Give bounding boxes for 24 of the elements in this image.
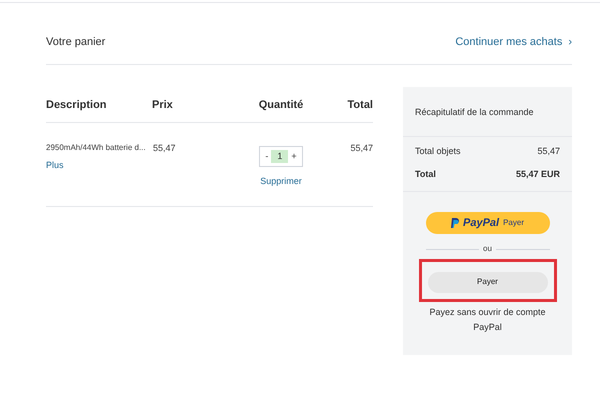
summary-label: Total objets	[415, 145, 461, 158]
more-link[interactable]: Plus	[46, 159, 64, 172]
column-header: Total	[348, 98, 373, 113]
summary-label: Total	[415, 168, 436, 180]
column-header: Description	[46, 98, 108, 113]
product-name: 2950mAh/44Wh batterie d...	[46, 142, 146, 154]
pay-button[interactable]: Payer	[428, 272, 548, 292]
continue-shopping-link[interactable]: Continuer mes achats ›	[455, 34, 572, 50]
pay-note: Payez sans ouvrir de compte PayPal	[428, 306, 547, 334]
total-cell-text: 55,47	[350, 142, 373, 155]
paypal-button[interactable]: PayPal Payer	[426, 212, 550, 234]
summary-title: Récapitulatif de la commande	[415, 107, 534, 117]
paypal-p-icon	[451, 218, 459, 228]
quantity-field[interactable]: 1	[271, 150, 288, 164]
summary-value: 55,47	[537, 145, 560, 158]
increase-button[interactable]: +	[291, 150, 297, 164]
summary-value: 55,47 EUR	[516, 168, 560, 180]
page-title: Votre panier	[46, 34, 106, 50]
price-cell-text: 55,47	[152, 142, 176, 155]
column-header: Prix	[152, 98, 174, 113]
remove-link[interactable]: Supprimer	[260, 175, 302, 188]
separator-text: ou	[483, 243, 492, 255]
column-header: Quantité	[258, 98, 304, 113]
decrease-button[interactable]: -	[265, 150, 268, 164]
